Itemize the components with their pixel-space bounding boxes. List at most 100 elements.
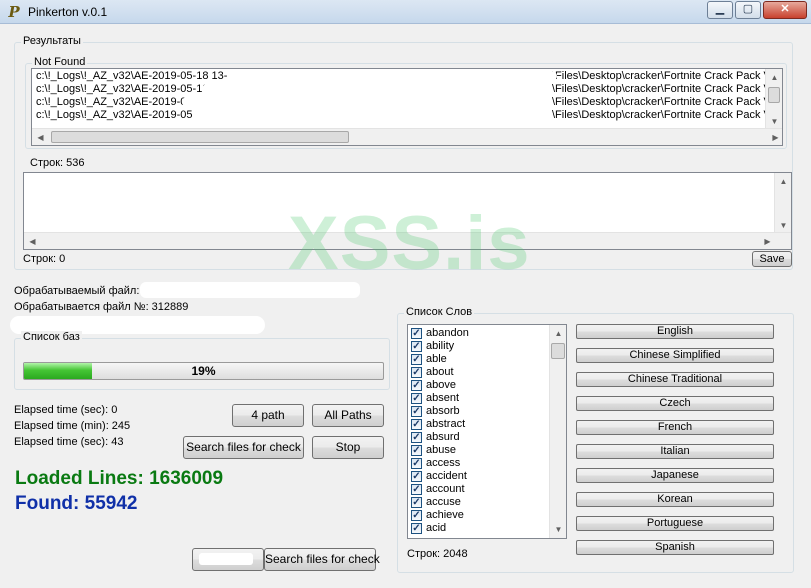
redaction-smudge [182,97,552,107]
not-found-row[interactable]: c:\!_Logs\!_AZ_v32\AE-2019-05-1 \Files\D… [36,96,777,108]
language-button[interactable]: Japanese [576,468,774,483]
word-list[interactable]: ✓ abandon ✓ ability ✓ able ✓ about ✓ above ✓ absent… [407,324,567,539]
language-button[interactable]: Italian [576,444,774,459]
four-path-button[interactable]: 4 path [232,404,304,427]
results-group-label: Результаты [21,35,83,47]
minimize-icon: ▁ [715,3,725,15]
found-count: Строк: 0 [23,253,66,265]
language-button[interactable]: French [576,420,774,435]
redaction-smudge [192,110,552,120]
progress-percent: 19% [191,364,216,378]
language-button[interactable]: Czech [576,396,774,411]
word-label: acid [426,522,447,534]
checkbox-checked-icon[interactable]: ✓ [411,354,422,365]
not-found-row[interactable]: c:\!_Logs\!_AZ_v32\AE-2019-05-1 \Files\D… [36,109,777,121]
checkbox-checked-icon[interactable]: ✓ [411,432,422,443]
word-count: Строк: 2048 [407,548,468,560]
minimize-button[interactable]: ▁ [707,1,733,19]
close-button[interactable]: ✕ [763,1,807,19]
checkbox-checked-icon[interactable]: ✓ [411,341,422,352]
checkbox-checked-icon[interactable]: ✓ [411,328,422,339]
not-found-row[interactable]: c:\!_Logs\!_AZ_v32\AE-2019-05-18 13-43-0… [36,70,777,82]
checkbox-checked-icon[interactable]: ✓ [411,523,422,534]
language-button[interactable]: Spanish [576,540,774,555]
language-button[interactable]: English [576,324,774,339]
word-label: accident [426,470,467,482]
scroll-up-arrow-icon[interactable]: ▲ [775,173,791,190]
language-button[interactable]: Chinese Simplified [576,348,774,363]
scrollbar-thumb[interactable] [51,131,349,143]
checkbox-checked-icon[interactable]: ✓ [411,406,422,417]
redaction-smudge [227,71,557,81]
redaction-smudge [202,84,552,94]
elapsed-seconds-total: Elapsed time (sec): 43 [14,436,124,448]
not-found-row[interactable]: c:\!_Logs\!_AZ_v32\AE-2019-05-18 \Files\… [36,83,777,95]
app-logo-icon: P [8,3,20,21]
redaction-smudge [199,553,253,565]
checkbox-checked-icon[interactable]: ✓ [411,471,422,482]
checkbox-checked-icon[interactable]: ✓ [411,484,422,495]
word-label: abandon [426,327,469,339]
file-number-label: Обрабатывается файл №: 312889 [14,301,189,313]
scroll-right-arrow-icon[interactable]: ▶ [767,129,782,145]
not-found-horizontal-scrollbar[interactable]: ◀ ▶ [32,128,782,145]
word-label: able [426,353,447,365]
found-horizontal-scrollbar[interactable]: ◀ ▶ [24,232,791,249]
language-button[interactable]: Chinese Traditional [576,372,774,387]
loaded-lines-stat: Loaded Lines: 1636009 [15,468,224,489]
checkbox-checked-icon[interactable]: ✓ [411,367,422,378]
word-label: access [426,457,461,469]
found-stat: Found: 55942 [15,493,138,514]
current-file-label: Обрабатываемый файл: [14,285,140,297]
save-button[interactable]: Save [752,251,792,267]
word-label: absent [426,392,460,404]
all-paths-button[interactable]: All Paths [312,404,384,427]
scroll-right-arrow-icon[interactable]: ▶ [759,233,776,249]
word-list-scrollbar[interactable]: ▲ ▼ [549,325,566,538]
redaction-smudge [140,282,360,298]
maximize-icon: ▢ [742,3,754,15]
word-label: abuse [426,444,456,456]
word-label: accuse [426,496,461,508]
word-label: account [426,483,465,495]
elapsed-minutes: Elapsed time (min): 245 [14,420,131,432]
elapsed-seconds: Elapsed time (sec): 0 [14,404,118,416]
not-found-count: Строк: 536 [30,157,85,169]
database-progress-bar: 19% [23,362,384,380]
word-label: about [426,366,454,378]
checkbox-checked-icon[interactable]: ✓ [411,445,422,456]
scrollbar-thumb[interactable] [551,343,565,359]
databases-group-label: Список баз [21,331,82,343]
scroll-down-arrow-icon[interactable]: ▼ [550,521,566,538]
wordlist-group-label: Список Слов [404,306,475,318]
checkbox-checked-icon[interactable]: ✓ [411,380,422,391]
language-button[interactable]: Korean [576,492,774,507]
checkbox-checked-icon[interactable]: ✓ [411,510,422,521]
word-label: absorb [426,405,460,417]
search-files-button[interactable]: Search files for check [183,436,304,459]
title-bar[interactable]: P Pinkerton v.0.1 ▁ ▢ ✕ [0,0,811,24]
checkbox-checked-icon[interactable]: ✓ [411,458,422,469]
word-label: above [426,379,456,391]
word-label: ability [426,340,455,352]
scroll-up-arrow-icon[interactable]: ▲ [766,69,782,86]
stop-button[interactable]: Stop [312,436,384,459]
not-found-list[interactable]: c:\!_Logs\!_AZ_v32\AE-2019-05-18 13-43-0… [31,68,783,146]
checkbox-checked-icon[interactable]: ✓ [411,419,422,430]
scroll-left-arrow-icon[interactable]: ◀ [32,129,49,145]
window-title: Pinkerton v.0.1 [28,5,108,19]
search-files-bottom-button[interactable]: Search files for check [264,548,380,571]
not-found-label: Not Found [32,56,88,68]
not-found-vertical-scrollbar[interactable]: ▲ ▼ [765,69,782,130]
scroll-up-arrow-icon[interactable]: ▲ [550,325,566,342]
word-label: achieve [426,509,464,521]
checkbox-checked-icon[interactable]: ✓ [411,393,422,404]
checkbox-checked-icon[interactable]: ✓ [411,497,422,508]
scrollbar-thumb[interactable] [768,87,780,103]
maximize-button[interactable]: ▢ [735,1,761,19]
language-button[interactable]: Portuguese [576,516,774,531]
found-vertical-scrollbar[interactable]: ▲ ▼ [774,173,791,234]
close-icon: ✕ [780,3,790,15]
found-list[interactable]: ▲ ▼ ◀ ▶ [23,172,792,250]
scroll-left-arrow-icon[interactable]: ◀ [24,233,41,249]
